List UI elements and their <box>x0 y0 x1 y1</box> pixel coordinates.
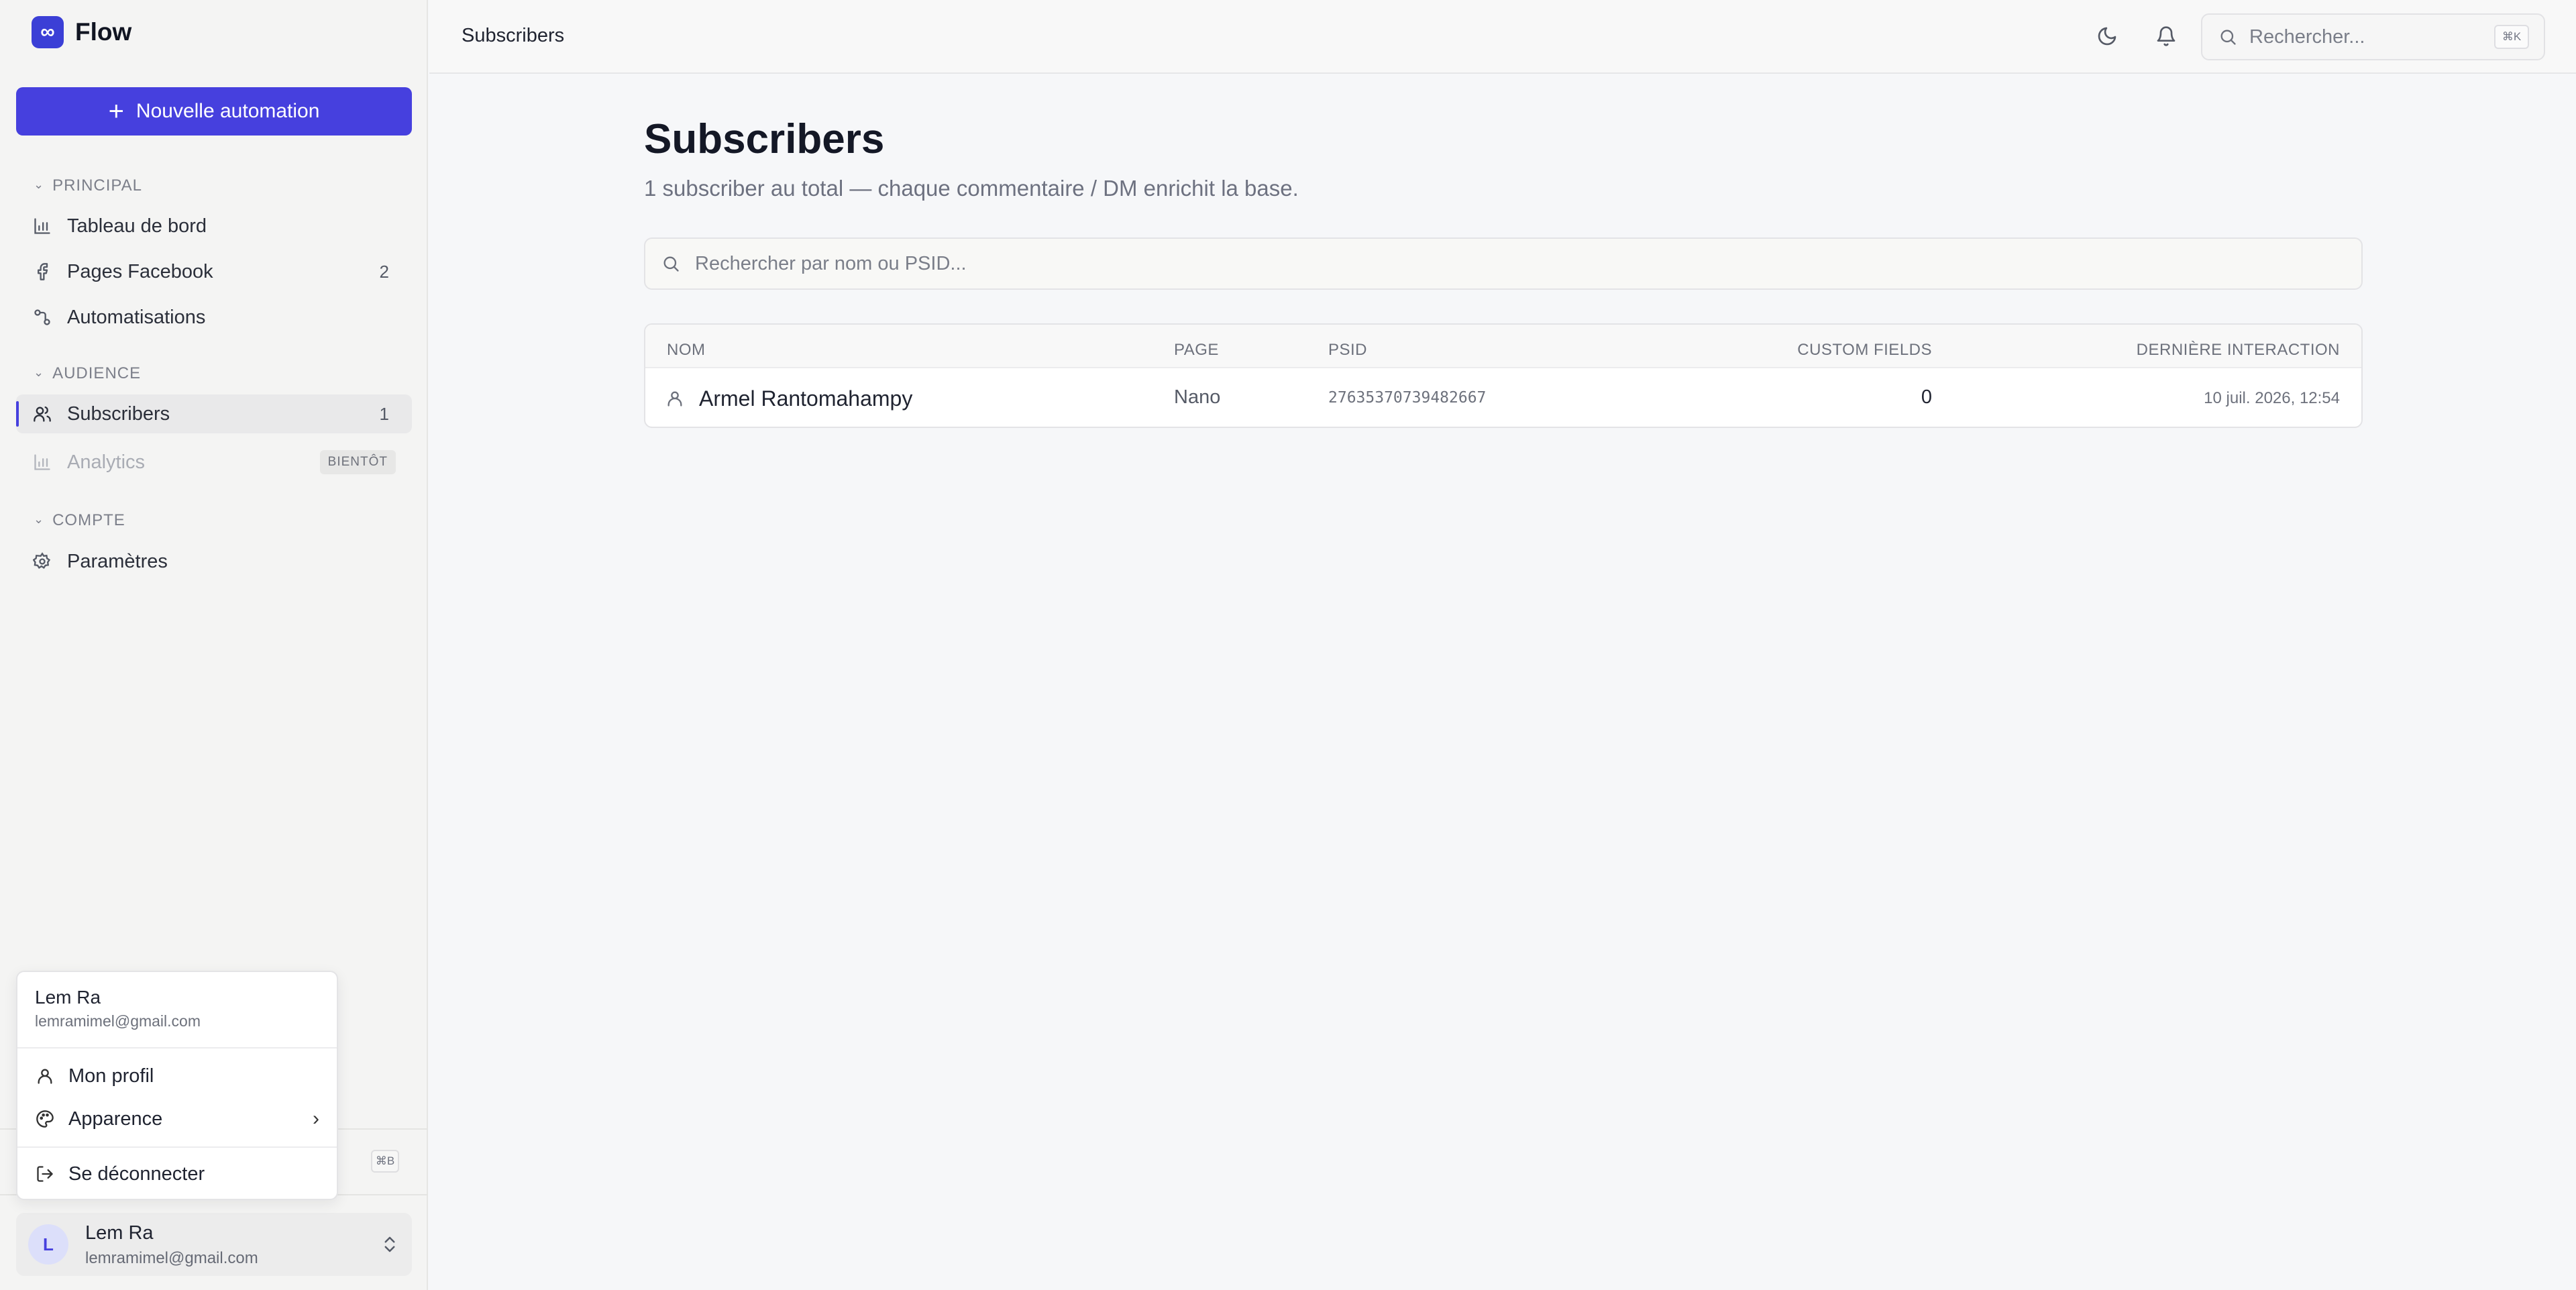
menu-item-label: Mon profil <box>68 1065 154 1087</box>
moon-icon[interactable] <box>2094 23 2120 49</box>
breadcrumb: Subscribers <box>462 25 565 46</box>
column-header-last-interaction[interactable]: DERNIÈRE INTERACTION <box>2137 341 2340 360</box>
logo-icon: ∞ <box>32 16 64 48</box>
section-label: COMPTE <box>52 511 125 529</box>
user-menu-trigger[interactable]: L Lem Ra lemramimel@gmail.com <box>16 1213 412 1276</box>
divider <box>17 1047 337 1049</box>
sidebar-item-label: Pages Facebook <box>67 260 213 282</box>
search-icon <box>663 256 679 272</box>
facebook-icon <box>32 262 52 282</box>
soon-badge: BIENTÔT <box>319 450 396 474</box>
user-icon <box>35 1066 55 1086</box>
brand[interactable]: ∞ Flow <box>32 16 131 48</box>
chevrons-up-down-icon <box>384 1236 395 1252</box>
sidebar-item-label: Tableau de bord <box>67 215 207 237</box>
sidebar-shortcut-hint: ⌘B <box>371 1150 399 1173</box>
section-compte[interactable]: ⌄ COMPTE <box>34 511 125 530</box>
topbar: Subscribers Rechercher... ⌘K <box>429 0 2576 74</box>
chevron-down-icon: ⌄ <box>34 365 45 379</box>
chevron-down-icon: ⌄ <box>34 177 45 191</box>
page-subtitle: 1 subscriber au total — chaque commentai… <box>644 176 1299 201</box>
bar-chart-icon <box>32 452 52 472</box>
menu-item-label: Apparence <box>68 1108 163 1130</box>
sidebar-item-subscribers[interactable]: Subscribers 1 <box>16 394 412 433</box>
cell-name[interactable]: Armel Rantomahampy <box>699 386 912 411</box>
search-placeholder: Rechercher... <box>2249 25 2365 48</box>
bell-icon[interactable] <box>2153 23 2179 49</box>
column-header-name[interactable]: NOM <box>667 341 706 360</box>
menu-user-email: lemramimel@gmail.com <box>35 1012 201 1030</box>
menu-item-appearance[interactable]: Apparence › <box>35 1102 323 1136</box>
subscribers-table: NOM PAGE PSID CUSTOM FIELDS DERNIÈRE INT… <box>644 323 2363 428</box>
section-principal[interactable]: ⌄ PRINCIPAL <box>34 176 142 195</box>
sidebar-item-label: Paramètres <box>67 550 168 572</box>
gear-icon <box>32 551 52 572</box>
cell-page: Nano <box>1174 386 1221 408</box>
sidebar-item-facebook-pages[interactable]: Pages Facebook 2 <box>16 252 412 291</box>
cell-custom-fields: 0 <box>1921 386 1932 408</box>
section-label: AUDIENCE <box>52 364 142 382</box>
logout-icon <box>35 1164 55 1184</box>
column-header-custom-fields[interactable]: CUSTOM FIELDS <box>1797 341 1932 360</box>
sidebar-item-label: Analytics <box>67 451 146 473</box>
palette-icon <box>35 1109 55 1129</box>
global-search-input[interactable]: Rechercher... ⌘K <box>2201 13 2545 60</box>
section-audience[interactable]: ⌄ AUDIENCE <box>34 364 141 383</box>
search-shortcut: ⌘K <box>2494 25 2529 49</box>
sidebar-item-dashboard[interactable]: Tableau de bord <box>16 207 412 246</box>
user-icon <box>667 391 682 407</box>
menu-item-profile[interactable]: Mon profil <box>35 1059 323 1093</box>
search-icon <box>2220 30 2236 45</box>
menu-item-label: Se déconnecter <box>68 1163 205 1185</box>
cell-psid: 27635370739482667 <box>1328 389 1487 407</box>
bar-chart-icon <box>32 216 52 236</box>
new-automation-label: Nouvelle automation <box>136 100 320 122</box>
user-dropdown-menu: Lem Ra lemramimel@gmail.com Mon profil A… <box>16 971 338 1200</box>
sidebar-item-settings[interactable]: Paramètres <box>16 542 412 581</box>
menu-item-logout[interactable]: Se déconnecter <box>35 1157 323 1191</box>
chevron-down-icon: ⌄ <box>34 512 45 526</box>
new-automation-button[interactable]: + Nouvelle automation <box>16 87 412 136</box>
workflow-icon <box>32 307 52 327</box>
count-badge: 2 <box>379 261 389 282</box>
user-name: Lem Ra <box>85 1222 154 1244</box>
divider <box>17 1146 337 1148</box>
subscriber-search-input[interactable]: Rechercher par nom ou PSID... <box>644 237 2363 290</box>
column-header-page[interactable]: PAGE <box>1174 341 1219 360</box>
cell-last-interaction: 10 juil. 2026, 12:54 <box>2204 389 2340 407</box>
plus-icon: + <box>108 97 124 126</box>
sidebar-item-automations[interactable]: Automatisations <box>16 298 412 337</box>
section-label: PRINCIPAL <box>52 176 143 195</box>
chevron-right-icon: › <box>313 1108 319 1130</box>
sidebar-item-label: Subscribers <box>67 402 170 425</box>
avatar: L <box>28 1224 68 1265</box>
search-placeholder: Rechercher par nom ou PSID... <box>695 252 967 274</box>
column-header-psid[interactable]: PSID <box>1328 341 1367 360</box>
app-name: Flow <box>75 18 132 46</box>
users-icon <box>32 404 52 424</box>
user-email: lemramimel@gmail.com <box>85 1249 258 1267</box>
sidebar-item-label: Automatisations <box>67 306 206 328</box>
menu-user-name: Lem Ra <box>35 987 101 1008</box>
count-badge: 1 <box>379 403 389 424</box>
sidebar-item-analytics: Analytics BIENTÔT <box>16 443 412 482</box>
table-header: NOM PAGE PSID CUSTOM FIELDS DERNIÈRE INT… <box>645 325 2361 368</box>
page-title: Subscribers <box>644 116 885 162</box>
